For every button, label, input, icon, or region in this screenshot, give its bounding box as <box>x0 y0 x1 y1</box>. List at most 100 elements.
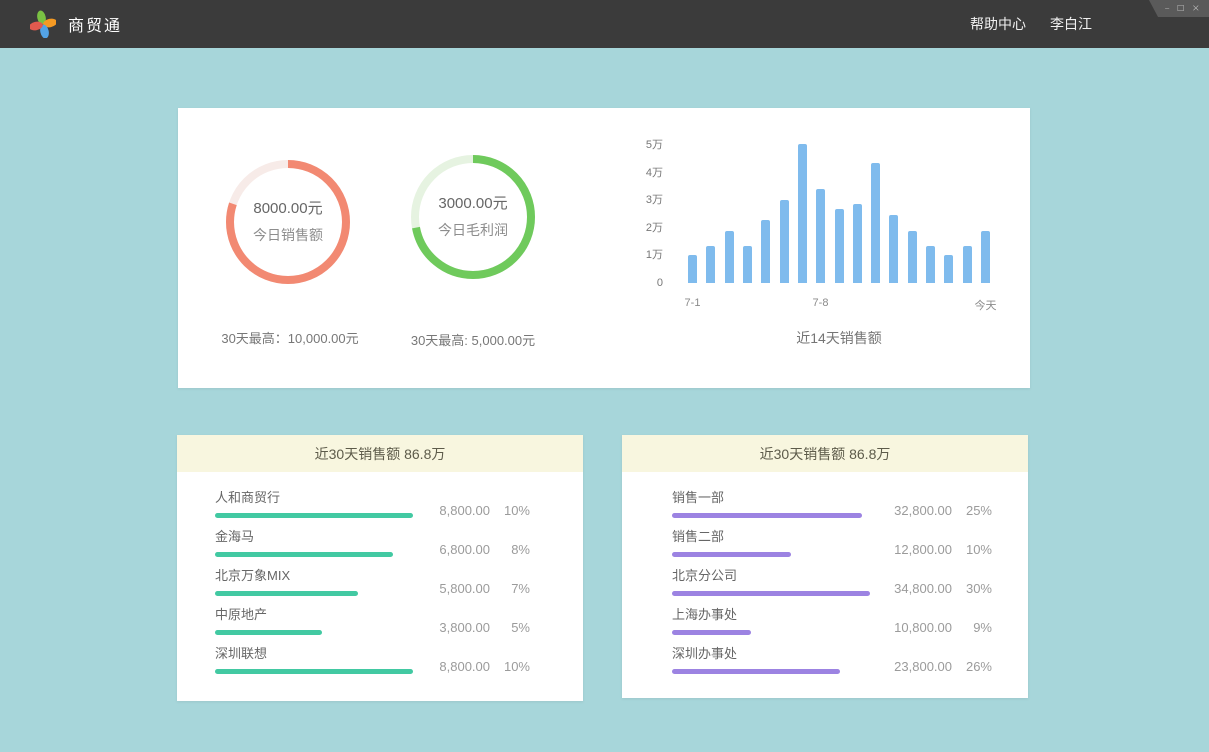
row-progress-bar <box>672 669 840 674</box>
row-progress-bar <box>215 513 413 518</box>
row-values: 6,800.008% <box>439 542 530 557</box>
bar <box>798 144 807 283</box>
rank-row: 北京分公司34,800.0030% <box>672 568 992 607</box>
today-sales-donut-chart <box>223 157 353 287</box>
rank-row: 深圳办事处23,800.0026% <box>672 646 992 685</box>
today-sales-label: 今日销售额 <box>223 225 353 245</box>
departments-sales-card: 近30天销售额 86.8万 销售一部32,800.0025%销售二部12,800… <box>622 435 1028 698</box>
y-tick-label: 0 <box>623 276 663 290</box>
y-tick-label: 4万 <box>623 166 663 180</box>
row-amount: 32,800.00 <box>894 503 952 518</box>
bar <box>963 246 972 283</box>
customers-sales-card: 近30天销售额 86.8万 人和商贸行8,800.0010%金海马6,800.0… <box>177 435 583 701</box>
close-icon[interactable]: × <box>1192 4 1200 14</box>
today-profit-label: 今日毛利润 <box>408 220 538 240</box>
today-profit-amount: 3000.00元 <box>408 192 538 213</box>
departments-card-header: 近30天销售额 86.8万 <box>622 435 1028 472</box>
titlebar-links: 帮助中心 李白江 <box>970 14 1092 34</box>
row-percent: 10% <box>490 503 530 518</box>
row-values: 32,800.0025% <box>894 503 992 518</box>
maximize-icon[interactable]: □ <box>1178 4 1184 14</box>
row-progress-bar <box>215 630 322 635</box>
user-name-link[interactable]: 李白江 <box>1050 14 1092 34</box>
rank-row: 北京万象MIX5,800.007% <box>215 568 530 607</box>
bar <box>835 209 844 284</box>
minimize-icon[interactable]: – <box>1165 4 1170 14</box>
row-percent: 25% <box>952 503 992 518</box>
row-percent: 30% <box>952 581 992 596</box>
row-amount: 34,800.00 <box>894 581 952 596</box>
bar-plot-area <box>688 145 990 283</box>
row-percent: 10% <box>952 542 992 557</box>
bar <box>688 255 697 283</box>
x-tick-first: 7-1 <box>685 297 701 309</box>
rank-row: 销售二部12,800.0010% <box>672 529 992 568</box>
bar <box>871 163 880 283</box>
row-progress-bar <box>215 669 413 674</box>
row-percent: 26% <box>952 659 992 674</box>
bar <box>908 231 917 283</box>
y-tick-label: 2万 <box>623 221 663 235</box>
pinwheel-logo-icon <box>30 10 56 38</box>
row-amount: 8,800.00 <box>439 659 490 674</box>
row-amount: 23,800.00 <box>894 659 952 674</box>
rank-row: 金海马6,800.008% <box>215 529 530 568</box>
bar <box>725 231 734 283</box>
row-amount: 12,800.00 <box>894 542 952 557</box>
row-percent: 10% <box>490 659 530 674</box>
rank-row: 深圳联想8,800.0010% <box>215 646 530 685</box>
app-title: 商贸通 <box>68 12 122 36</box>
window-controls: – □ × <box>1149 0 1209 17</box>
row-progress-bar <box>672 552 791 557</box>
row-progress-bar <box>672 591 870 596</box>
today-profit-donut: 3000.00元 今日毛利润 <box>408 152 538 282</box>
bar <box>816 189 825 283</box>
row-amount: 10,800.00 <box>894 620 952 635</box>
row-values: 23,800.0026% <box>894 659 992 674</box>
today-sales-amount: 8000.00元 <box>223 197 353 218</box>
row-percent: 9% <box>952 620 992 635</box>
customers-rank-list: 人和商贸行8,800.0010%金海马6,800.008%北京万象MIX5,80… <box>177 472 583 685</box>
row-percent: 7% <box>490 581 530 596</box>
row-values: 8,800.0010% <box>439 503 530 518</box>
x-tick-last: 今天 <box>975 297 997 313</box>
rank-row: 中原地产3,800.005% <box>215 607 530 646</box>
today-profit-30day-max: 30天最高: 5,000.00元 <box>358 330 588 349</box>
row-values: 5,800.007% <box>439 581 530 596</box>
today-profit-donut-chart <box>408 152 538 282</box>
customers-card-header: 近30天销售额 86.8万 <box>177 435 583 472</box>
y-tick-label: 5万 <box>623 138 663 152</box>
y-tick-label: 1万 <box>623 248 663 262</box>
row-amount: 5,800.00 <box>439 581 490 596</box>
overview-card: 8000.00元 今日销售额 30天最高：10,000.00元 3000.00元… <box>178 108 1030 388</box>
row-amount: 6,800.00 <box>439 542 490 557</box>
help-center-link[interactable]: 帮助中心 <box>970 14 1026 34</box>
y-axis-tick-labels: 5万4万3万2万1万0 <box>643 138 663 290</box>
bar <box>944 255 953 283</box>
row-amount: 3,800.00 <box>439 620 490 635</box>
row-percent: 8% <box>490 542 530 557</box>
rank-row: 人和商贸行8,800.0010% <box>215 490 530 529</box>
row-percent: 5% <box>490 620 530 635</box>
row-values: 8,800.0010% <box>439 659 530 674</box>
bar <box>926 246 935 283</box>
row-progress-bar <box>672 513 862 518</box>
y-tick-label: 3万 <box>623 193 663 207</box>
titlebar: 商贸通 帮助中心 李白江 – □ × <box>0 0 1209 48</box>
row-values: 10,800.009% <box>894 620 992 635</box>
rank-row: 上海办事处10,800.009% <box>672 607 992 646</box>
bar <box>706 246 715 283</box>
bar <box>853 204 862 283</box>
bar <box>981 231 990 283</box>
bar <box>889 215 898 283</box>
today-sales-donut: 8000.00元 今日销售额 <box>223 157 353 287</box>
bar <box>743 246 752 283</box>
bar <box>780 200 789 283</box>
bar <box>761 220 770 284</box>
row-amount: 8,800.00 <box>439 503 490 518</box>
row-progress-bar <box>215 552 393 557</box>
row-progress-bar <box>215 591 358 596</box>
departments-rank-list: 销售一部32,800.0025%销售二部12,800.0010%北京分公司34,… <box>622 472 1028 685</box>
sales-14-days-chart: 5万4万3万2万1万0 7-1 7-8 今天 近14天销售额 <box>643 138 1013 348</box>
row-progress-bar <box>672 630 751 635</box>
